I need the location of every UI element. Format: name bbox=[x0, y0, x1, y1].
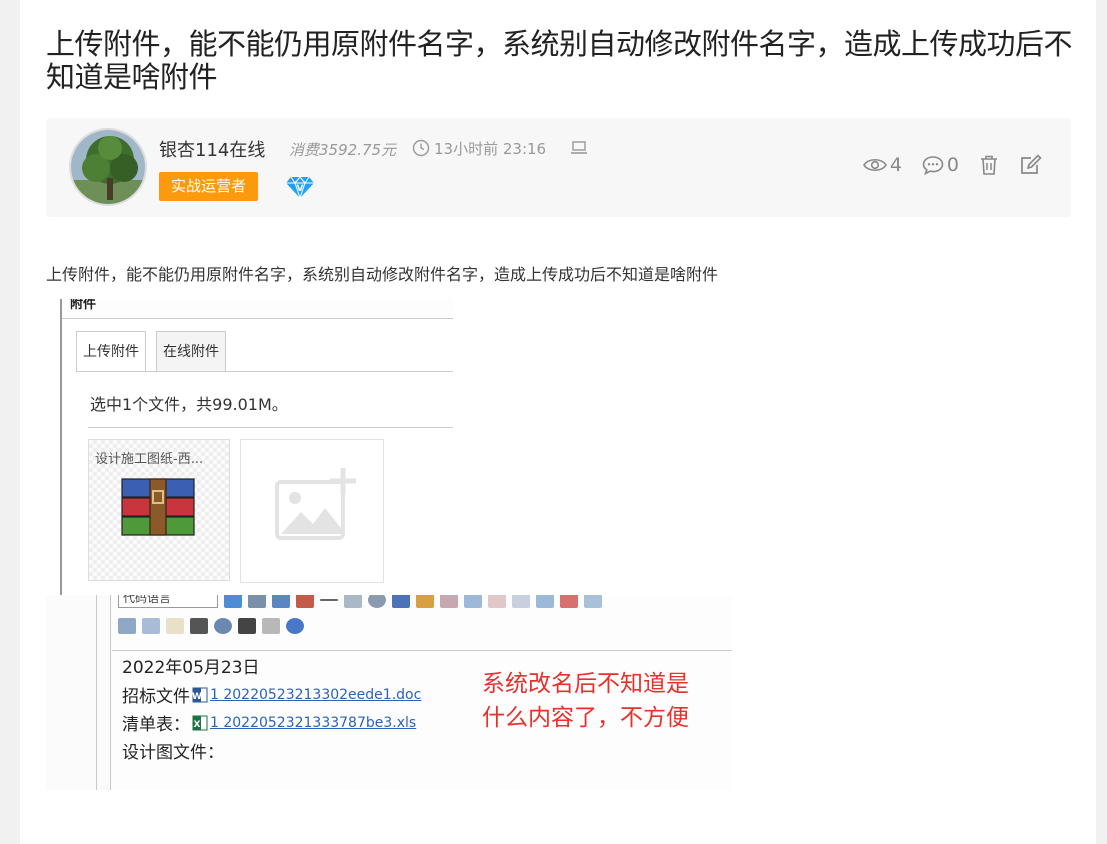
word-doc-icon: W bbox=[192, 687, 208, 703]
add-image-placeholder bbox=[240, 439, 384, 583]
svg-text:X: X bbox=[194, 720, 201, 730]
toolbar-row-2 bbox=[118, 615, 304, 637]
tab-upload-attachment: 上传附件 bbox=[76, 331, 146, 372]
toolbar-icon bbox=[536, 595, 554, 608]
post-content: 上传附件，能不能仍用原附件名字，系统别自动修改附件名字，造成上传成功后不知道是啥… bbox=[46, 265, 719, 284]
file-thumbnail: 设计施工图纸-西... bbox=[88, 439, 230, 581]
toolbar-icon bbox=[320, 599, 338, 601]
toolbar-icon bbox=[272, 595, 290, 608]
bid-file-link: 1 20220523213302eede1.doc bbox=[210, 686, 422, 703]
post-title: 上传附件，能不能仍用原附件名字，系统别自动修改附件名字，造成上传成功后不知道是啥… bbox=[46, 27, 1073, 94]
toolbar-icon bbox=[118, 618, 136, 634]
author-card: 银杏114在线 消费3592.75元 13小时前 23:16 实战运营者 V 4… bbox=[46, 118, 1071, 217]
find-icon bbox=[238, 618, 256, 634]
consume-amount: 消费3592.75元 bbox=[289, 141, 397, 159]
annotation-line-1: 系统改名后不知道是 bbox=[482, 671, 689, 697]
code-language-select: 代码语言 bbox=[118, 595, 218, 608]
toolbar-icon bbox=[584, 595, 602, 608]
tab-underline bbox=[76, 371, 453, 372]
laptop-icon bbox=[570, 140, 588, 156]
toolbar-separator bbox=[112, 650, 732, 651]
eye-icon bbox=[862, 158, 887, 172]
list-file-label: 清单表： bbox=[122, 715, 190, 735]
selection-summary: 选中1个文件，共99.01M。 bbox=[90, 395, 288, 414]
dialog-frame: 附件 上传附件 在线附件 选中1个文件，共99.01M。 设计施工图纸-西... bbox=[60, 299, 453, 595]
annotation-line-2: 什么内容了，不方便 bbox=[482, 705, 689, 731]
toolbar-row-1: 代码语言 bbox=[118, 595, 602, 611]
bid-file-label: 招标文件 bbox=[122, 687, 190, 707]
excel-icon: X bbox=[192, 715, 208, 731]
rail-line bbox=[110, 595, 111, 790]
svg-text:V: V bbox=[297, 184, 304, 194]
avatar[interactable] bbox=[69, 128, 147, 206]
file-name: 设计施工图纸-西... bbox=[95, 452, 204, 467]
view-count-value: 4 bbox=[889, 154, 902, 176]
red-annotation: 系统改名后不知道是 什么内容了，不方便 bbox=[482, 667, 689, 735]
toolbar-icon bbox=[344, 595, 362, 608]
toolbar-icon bbox=[166, 618, 184, 634]
view-count: 4 bbox=[862, 154, 902, 176]
toolbar-icon bbox=[248, 595, 266, 608]
attachment-dialog-image: 附件 上传附件 在线附件 选中1个文件，共99.01M。 设计施工图纸-西... bbox=[46, 299, 453, 595]
author-name[interactable]: 银杏114在线 bbox=[159, 136, 265, 162]
design-file-label: 设计图文件： bbox=[122, 743, 224, 763]
toolbar-icon bbox=[296, 595, 314, 608]
help-icon bbox=[286, 618, 304, 634]
avatar-image bbox=[71, 130, 145, 204]
trash-icon bbox=[981, 155, 997, 175]
print-icon bbox=[190, 618, 208, 634]
toolbar-icon bbox=[512, 595, 530, 608]
delete-button[interactable] bbox=[979, 154, 999, 176]
tab-online-attachment: 在线附件 bbox=[156, 331, 226, 372]
edit-icon bbox=[1021, 154, 1042, 174]
editor-excerpt-image: 代码语言 2022年05月23日 招标文件 W 1 20220523213302… bbox=[46, 595, 732, 790]
toolbar-icon bbox=[142, 618, 160, 634]
editor-area: 代码语言 2022年05月23日 招标文件 W 1 20220523213302… bbox=[112, 595, 732, 790]
toolbar-icon bbox=[464, 595, 482, 608]
preview-icon bbox=[214, 618, 232, 634]
rar-archive-icon bbox=[121, 478, 195, 536]
date-text: 2022年05月23日 bbox=[122, 658, 260, 678]
vip-diamond-icon: V bbox=[285, 175, 315, 200]
post-time: 13小时前 23:16 bbox=[434, 140, 547, 158]
comment-count-value: 0 bbox=[946, 154, 959, 176]
dialog-header: 附件 bbox=[62, 299, 453, 319]
post-page: 上传附件，能不能仍用原附件名字，系统别自动修改附件名字，造成上传成功后不知道是啥… bbox=[20, 0, 1096, 844]
date-line: 2022年05月23日 bbox=[122, 653, 260, 678]
edit-button[interactable] bbox=[1019, 154, 1043, 176]
toolbar-icon bbox=[224, 595, 242, 608]
bid-file-line: 招标文件 W 1 20220523213302eede1.doc bbox=[122, 682, 422, 708]
toolbar-icon bbox=[392, 595, 410, 608]
design-file-line: 设计图文件： bbox=[122, 738, 224, 763]
toolbar-icon bbox=[368, 595, 386, 608]
list-file-link: 1 2022052321333787be3.xls bbox=[210, 714, 417, 731]
toolbar-icon bbox=[262, 618, 280, 634]
toolbar-icon bbox=[440, 595, 458, 608]
role-badge: 实战运营者 bbox=[159, 172, 259, 201]
page-gutter bbox=[1096, 0, 1107, 844]
rail-line bbox=[96, 595, 97, 790]
divider bbox=[88, 427, 453, 428]
comment-count[interactable]: 0 bbox=[922, 154, 959, 176]
list-file-line: 清单表： X 1 2022052321333787be3.xls bbox=[122, 710, 417, 736]
toolbar-icon bbox=[488, 595, 506, 608]
post-stats: 4 0 bbox=[862, 153, 1043, 177]
toolbar-icon bbox=[560, 595, 578, 608]
clock-icon bbox=[412, 139, 430, 157]
comment-icon bbox=[922, 156, 944, 175]
toolbar-icon bbox=[416, 595, 434, 608]
svg-text:W: W bbox=[192, 692, 202, 702]
add-image-icon bbox=[275, 468, 356, 540]
